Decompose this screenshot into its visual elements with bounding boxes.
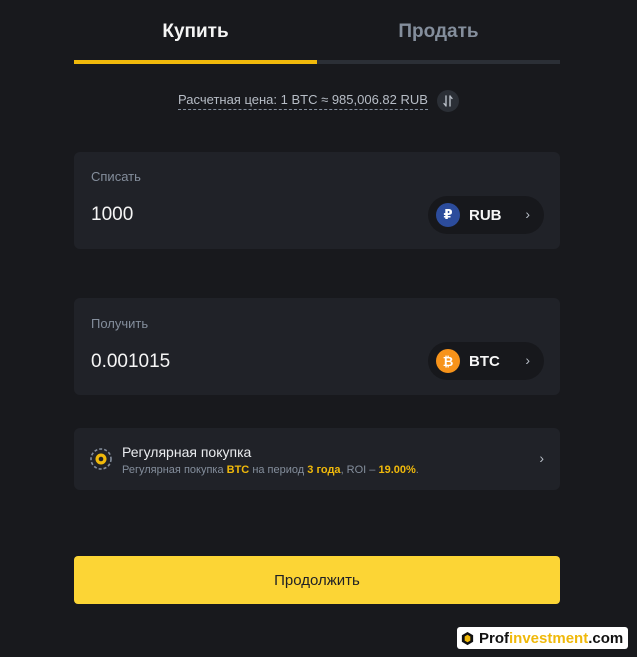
receive-currency-name: BTC <box>469 352 500 370</box>
estimated-price: Расчетная цена: 1 BTC ≈ 985,006.82 RUB <box>0 90 637 112</box>
recurring-coin-icon <box>90 448 112 470</box>
spend-currency-name: RUB <box>469 206 502 224</box>
recurring-sub-coin: BTC <box>226 464 250 476</box>
recurring-subtitle: Регулярная покупка BTC на период 3 года,… <box>122 464 419 476</box>
tab-buy-indicator <box>74 60 317 64</box>
continue-button[interactable]: Продолжить <box>74 556 560 604</box>
receive-input[interactable] <box>91 351 371 373</box>
tab-sell[interactable]: Продать <box>317 0 560 64</box>
receive-label: Получить <box>91 316 149 331</box>
recurring-buy-banner[interactable]: Регулярная покупка Регулярная покупка BT… <box>74 428 560 490</box>
swap-vertical-icon-glyph <box>443 95 453 107</box>
watermark: Prof investment .com <box>457 627 629 649</box>
spend-label: Списать <box>91 169 141 184</box>
watermark-part1: Prof <box>479 629 509 647</box>
trade-tabs: Купить Продать <box>74 0 560 64</box>
chevron-right-icon: › <box>539 450 544 466</box>
recurring-sub-end: . <box>415 464 419 476</box>
recurring-sub-roi: 19.00% <box>378 464 416 476</box>
watermark-part2: investment <box>509 629 589 647</box>
receive-card: Получить ₿ BTC › <box>74 298 560 395</box>
profinvestment-logo-icon <box>461 631 474 645</box>
spend-card: Списать ₽ RUB › <box>74 152 560 249</box>
estimated-price-text: Расчетная цена: 1 BTC ≈ 985,006.82 RUB <box>178 92 428 110</box>
receive-currency-selector[interactable]: ₿ BTC › <box>428 342 544 380</box>
tab-buy[interactable]: Купить <box>74 0 317 64</box>
watermark-part3: .com <box>588 629 624 647</box>
spend-input[interactable] <box>91 204 371 226</box>
recurring-sub-period: 3 года <box>307 464 341 476</box>
ruble-icon: ₽ <box>436 203 460 227</box>
recurring-sub-period-text: на период <box>252 464 305 476</box>
recurring-sub-roi-text: , ROI – <box>340 464 376 476</box>
chevron-right-icon: › <box>525 206 530 222</box>
bitcoin-icon: ₿ <box>436 349 460 373</box>
swap-vertical-icon[interactable] <box>436 90 459 112</box>
recurring-sub-prefix: Регулярная покупка <box>122 464 224 476</box>
tab-sell-indicator <box>317 60 560 64</box>
recurring-title: Регулярная покупка <box>122 444 252 460</box>
spend-currency-selector[interactable]: ₽ RUB › <box>428 196 544 234</box>
chevron-right-icon: › <box>525 352 530 368</box>
